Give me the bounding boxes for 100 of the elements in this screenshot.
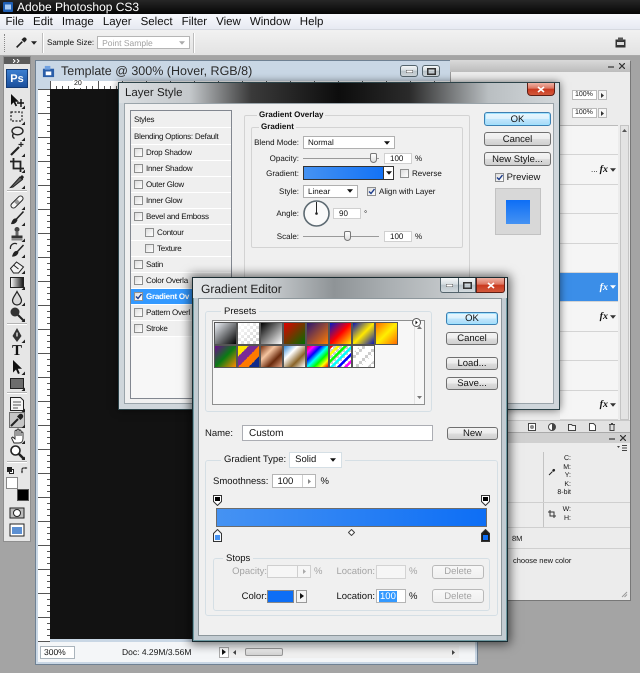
close-button[interactable] — [476, 278, 505, 293]
panel-well-icon[interactable] — [615, 37, 626, 48]
stamp-icon[interactable] — [9, 226, 25, 242]
magic-wand-icon[interactable] — [9, 141, 25, 157]
dialog-button[interactable]: OK — [446, 312, 498, 325]
checkbox[interactable] — [134, 148, 143, 157]
caret-icon[interactable] — [610, 314, 616, 319]
caret-icon[interactable] — [610, 168, 616, 172]
layer-row[interactable]: fx — [560, 302, 618, 332]
scroll-left-icon[interactable] — [233, 650, 236, 654]
magnifier-icon[interactable] — [9, 444, 25, 460]
color-swatch[interactable] — [267, 590, 294, 602]
scroll-up-icon[interactable] — [622, 129, 627, 132]
scroll-down-icon[interactable] — [417, 396, 422, 399]
style-list-item[interactable]: Blending Options: Default — [131, 128, 231, 145]
quick-mask-icon[interactable] — [9, 505, 25, 521]
foreground-color-swatch[interactable] — [6, 477, 18, 489]
gradient-preset-swatch[interactable] — [260, 322, 283, 345]
close-icon[interactable] — [620, 435, 626, 441]
type-tool[interactable]: T — [9, 343, 25, 359]
menu-item[interactable]: File — [1, 16, 29, 28]
checkbox[interactable] — [134, 196, 143, 205]
slider-popup-button[interactable] — [598, 108, 607, 118]
menu-item[interactable]: Layer — [98, 16, 136, 28]
slider-thumb[interactable] — [370, 153, 377, 163]
hand-icon[interactable] — [9, 428, 25, 444]
dialog-button[interactable]: Cancel — [446, 332, 498, 345]
rectangle-icon[interactable] — [9, 375, 25, 391]
gradient-preset-swatch[interactable] — [283, 345, 306, 368]
background-color-swatch[interactable] — [17, 489, 29, 501]
scale-field[interactable]: 100 — [384, 230, 412, 242]
status-menu-button[interactable] — [219, 646, 229, 658]
gradient-preset-swatch[interactable] — [375, 322, 398, 345]
blend-mode-dropdown[interactable]: Normal — [303, 136, 395, 149]
slider-thumb[interactable] — [344, 231, 352, 241]
style-list-item[interactable]: Inner Glow — [131, 193, 231, 209]
dialog-button[interactable]: New Style... — [484, 152, 551, 166]
checkbox[interactable] — [145, 228, 154, 237]
color-stop-icon[interactable] — [481, 529, 490, 542]
screen-mode-icon[interactable] — [9, 522, 25, 538]
checkbox[interactable] — [134, 292, 143, 301]
gradient-preset-swatch[interactable] — [352, 322, 375, 345]
gradient-preset-swatch[interactable] — [306, 345, 329, 368]
angle-dial[interactable] — [303, 200, 330, 227]
layer-row[interactable]: ... fx — [560, 155, 618, 185]
style-list-item[interactable]: Contour — [131, 225, 231, 241]
style-dropdown[interactable]: Linear — [303, 184, 358, 198]
color-stop-icon[interactable] — [213, 529, 222, 542]
checkbox[interactable] — [400, 168, 409, 178]
checkbox[interactable] — [134, 180, 143, 189]
name-field[interactable]: Custom — [242, 425, 433, 441]
minimize-button[interactable] — [400, 65, 418, 77]
checkbox[interactable] — [145, 244, 154, 253]
style-list-item[interactable]: Styles — [131, 111, 231, 128]
smoothness-field[interactable]: 100 — [272, 474, 316, 488]
bandage-icon[interactable] — [9, 194, 25, 210]
opacity-stop-icon[interactable] — [481, 495, 490, 506]
maximize-button[interactable] — [459, 278, 476, 293]
style-list-item[interactable]: Texture — [131, 241, 231, 257]
lasso-icon[interactable] — [9, 125, 25, 141]
trash-icon[interactable] — [608, 422, 616, 430]
zoom-field[interactable]: 300% — [40, 646, 75, 658]
gradient-type-dropdown[interactable]: Solid — [289, 452, 342, 468]
style-list-item[interactable]: Bevel and Emboss — [131, 209, 231, 225]
checkbox-label[interactable]: Align with Layer — [379, 186, 436, 196]
history-brush-icon[interactable] — [9, 242, 25, 258]
scrollbar[interactable] — [620, 125, 629, 420]
style-list-item[interactable]: Drop Shadow — [131, 145, 231, 161]
resize-grip-icon[interactable] — [621, 591, 628, 598]
double-chevron-icon[interactable] — [13, 58, 21, 62]
gradient-preset-swatch[interactable] — [214, 322, 237, 345]
caret-icon[interactable] — [610, 402, 616, 407]
checkbox[interactable] — [134, 260, 143, 269]
close-icon[interactable] — [619, 63, 625, 69]
layer-mask-icon[interactable] — [528, 422, 536, 430]
dashed-rectangle-icon[interactable] — [9, 109, 25, 125]
dialog-button[interactable]: Load... — [446, 357, 498, 370]
scroll-thumb[interactable] — [245, 648, 283, 656]
water-drop-icon[interactable] — [9, 290, 25, 306]
menu-item[interactable]: View — [212, 16, 246, 28]
menu-item[interactable]: Window — [245, 16, 296, 28]
close-button[interactable] — [527, 83, 555, 96]
dialog-button[interactable]: New — [447, 426, 498, 440]
gradient-preset-swatch[interactable] — [237, 345, 260, 368]
slider-popup-button[interactable] — [598, 90, 607, 100]
gradient-preset-swatch[interactable] — [260, 345, 283, 368]
checkbox[interactable] — [134, 276, 143, 285]
swap-arrow-icon[interactable] — [21, 467, 28, 474]
checkbox[interactable] — [367, 186, 376, 196]
checkbox[interactable] — [134, 212, 143, 221]
style-list-item[interactable]: Outer Glow — [131, 177, 231, 193]
gradient-preset-swatch[interactable] — [283, 322, 306, 345]
gradient-preset-swatch[interactable] — [329, 322, 352, 345]
default-colors-icon[interactable] — [7, 467, 14, 474]
minimize-button[interactable] — [440, 278, 459, 293]
color-menu-button[interactable] — [296, 590, 307, 602]
half-circle-icon[interactable] — [548, 422, 556, 430]
checkbox[interactable] — [134, 308, 143, 317]
brush-icon[interactable] — [9, 210, 25, 226]
gradient-preset-swatch[interactable] — [329, 345, 352, 368]
